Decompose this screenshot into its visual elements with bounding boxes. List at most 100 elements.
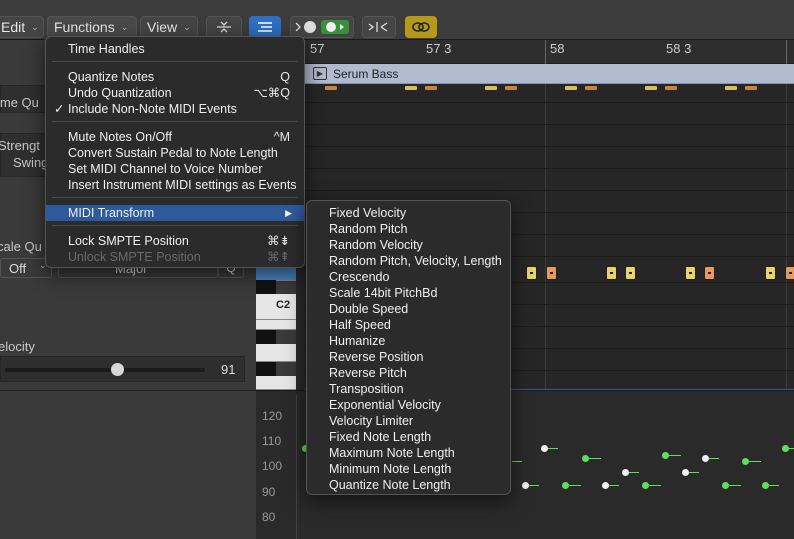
velocity-marker[interactable] <box>782 445 789 452</box>
piano-key-black[interactable] <box>256 330 276 344</box>
velocity-marker[interactable] <box>541 445 548 452</box>
velocity-stem <box>548 448 558 449</box>
submenu-item-random-pitch[interactable]: Random Pitch <box>307 221 510 237</box>
grid-row <box>305 168 794 169</box>
bar-line <box>786 84 787 390</box>
menu-shortcut: ⌥⌘Q <box>253 86 290 100</box>
submenu-item-scale-14bit-pitchbd[interactable]: Scale 14bit PitchBd <box>307 285 510 301</box>
submenu-item-quantize-note-length[interactable]: Quantize Note Length <box>307 477 510 493</box>
submenu-item-label: Random Velocity <box>329 238 423 252</box>
divider <box>0 390 256 391</box>
piano-key-black[interactable] <box>256 280 276 294</box>
velocity-marker[interactable] <box>582 455 589 462</box>
menu-item-lock-smpte[interactable]: Lock SMPTE Position ⌘⇟ <box>46 233 304 249</box>
menu-item-label: Quantize Notes <box>68 70 155 84</box>
submenu-item-label: Transposition <box>329 382 404 396</box>
toolbar: Edit ⌄ Functions ⌄ View ⌄ <box>0 0 794 40</box>
functions-menu[interactable]: Functions ⌄ <box>47 16 137 38</box>
submenu-item-exponential-velocity[interactable]: Exponential Velocity <box>307 397 510 413</box>
midi-note[interactable] <box>546 266 557 280</box>
velocity-marker[interactable] <box>762 482 769 489</box>
palette-icon <box>295 20 349 34</box>
submenu-item-label: Reverse Position <box>329 350 424 364</box>
velocity-axis <box>296 395 297 539</box>
submenu-item-maximum-note-length[interactable]: Maximum Note Length <box>307 445 510 461</box>
velocity-stem <box>609 485 619 486</box>
menu-item-mute-notes[interactable]: Mute Notes On/Off ^M <box>46 129 304 145</box>
menu-separator <box>52 225 298 226</box>
submenu-item-reverse-pitch[interactable]: Reverse Pitch <box>307 365 510 381</box>
velocity-marker[interactable] <box>742 458 749 465</box>
menu-item-time-handles[interactable]: Time Handles <box>46 41 304 57</box>
velocity-tick-label: 100 <box>262 459 283 473</box>
view-menu-label: View <box>147 19 178 35</box>
submenu-item-random-velocity[interactable]: Random Velocity <box>307 237 510 253</box>
velocity-marker[interactable] <box>662 452 669 459</box>
menu-item-insert-instrument-settings[interactable]: Insert Instrument MIDI settings as Event… <box>46 177 304 193</box>
menu-item-include-non-note-events[interactable]: ✓ Include Non-Note MIDI Events <box>46 101 304 117</box>
submenu-item-double-speed[interactable]: Double Speed <box>307 301 510 317</box>
view-menu[interactable]: View ⌄ <box>140 16 198 38</box>
list-view-button[interactable] <box>249 16 281 38</box>
list-icon <box>258 22 272 32</box>
menu-item-convert-sustain[interactable]: Convert Sustain Pedal to Note Length <box>46 145 304 161</box>
submenu-item-random-pitch-velocity-length[interactable]: Random Pitch, Velocity, Length <box>307 253 510 269</box>
velocity-marker[interactable] <box>702 455 709 462</box>
note-tick <box>505 86 517 90</box>
note-tick <box>425 86 437 90</box>
piano-key-white[interactable] <box>256 344 296 362</box>
velocity-stem <box>629 472 639 473</box>
region-header[interactable]: ▶ Serum Bass <box>305 64 794 84</box>
piano-key-black[interactable] <box>256 362 276 376</box>
menu-item-midi-transform[interactable]: MIDI Transform ▶ <box>46 205 304 221</box>
submenu-item-label: Reverse Pitch <box>329 366 407 380</box>
velocity-marker[interactable] <box>722 482 729 489</box>
menu-shortcut: ⌘⇟ <box>267 234 290 248</box>
submenu-item-reverse-position[interactable]: Reverse Position <box>307 349 510 365</box>
velocity-marker[interactable] <box>562 482 569 489</box>
submenu-item-label: Random Pitch <box>329 222 408 236</box>
midi-in-button[interactable] <box>290 16 354 38</box>
midi-note[interactable] <box>785 266 794 280</box>
velocity-marker[interactable] <box>642 482 649 489</box>
midi-note[interactable] <box>704 266 715 280</box>
velocity-slider-track[interactable] <box>5 368 205 372</box>
midi-note[interactable] <box>625 266 636 280</box>
grid-row <box>305 190 794 191</box>
velocity-marker[interactable] <box>522 482 529 489</box>
submenu-item-transposition[interactable]: Transposition <box>307 381 510 397</box>
menu-item-quantize-notes[interactable]: Quantize Notes Q <box>46 69 304 85</box>
catch-button[interactable] <box>362 16 396 38</box>
midi-note[interactable] <box>606 266 617 280</box>
submenu-item-minimum-note-length[interactable]: Minimum Note Length <box>307 461 510 477</box>
velocity-marker[interactable] <box>622 469 629 476</box>
submenu-item-fixed-note-length[interactable]: Fixed Note Length <box>307 429 510 445</box>
submenu-item-crescendo[interactable]: Crescendo <box>307 269 510 285</box>
menu-item-label: Undo Quantization <box>68 86 172 100</box>
functions-dropdown: Time Handles Quantize Notes Q Undo Quant… <box>45 36 305 268</box>
submenu-item-half-speed[interactable]: Half Speed <box>307 317 510 333</box>
menu-separator <box>52 61 298 62</box>
velocity-stem <box>589 458 601 459</box>
velocity-marker[interactable] <box>682 469 689 476</box>
bar-ruler[interactable]: 57 57 3 58 58 3 <box>305 40 794 64</box>
velocity-slider-knob[interactable] <box>111 363 124 376</box>
menu-item-label: Set MIDI Channel to Voice Number <box>68 162 263 176</box>
piano-key-white[interactable] <box>256 320 296 330</box>
edit-menu[interactable]: Edit ⌄ <box>0 16 44 38</box>
midi-note[interactable] <box>685 266 696 280</box>
velocity-tick-label: 80 <box>262 510 276 524</box>
collapse-button[interactable] <box>206 16 242 38</box>
menu-item-set-midi-channel[interactable]: Set MIDI Channel to Voice Number <box>46 161 304 177</box>
submenu-item-humanize[interactable]: Humanize <box>307 333 510 349</box>
link-button[interactable] <box>405 16 437 38</box>
submenu-item-velocity-limiter[interactable]: Velocity Limiter <box>307 413 510 429</box>
ruler-label: 57 3 <box>426 41 452 56</box>
midi-note[interactable] <box>526 266 537 280</box>
velocity-stem <box>512 461 522 462</box>
menu-item-undo-quantization[interactable]: Undo Quantization ⌥⌘Q <box>46 85 304 101</box>
velocity-marker[interactable] <box>602 482 609 489</box>
midi-note[interactable] <box>765 266 776 280</box>
piano-key-white[interactable] <box>256 376 296 390</box>
submenu-item-fixed-velocity[interactable]: Fixed Velocity <box>307 205 510 221</box>
